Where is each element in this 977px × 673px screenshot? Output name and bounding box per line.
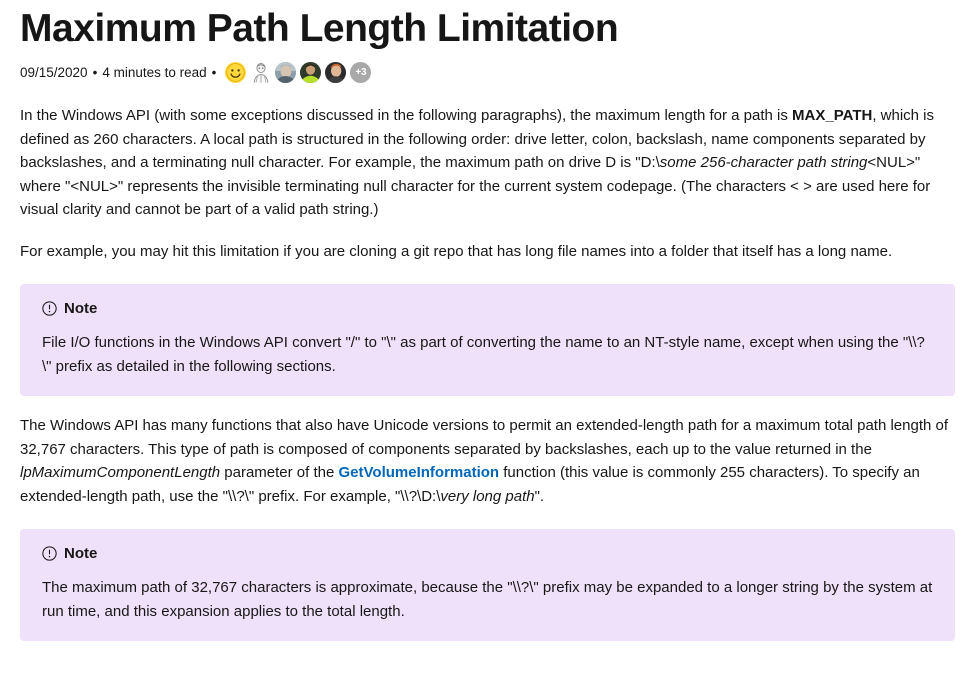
p3-seg-2: parameter of the (220, 464, 339, 481)
max-path-constant: MAX_PATH (792, 107, 873, 124)
contributor-photo-icon (275, 61, 297, 83)
article-page: Maximum Path Length Limitation 09/15/202… (0, 6, 977, 641)
photo-avatar-1[interactable] (275, 61, 297, 83)
publish-date: 09/15/2020 (20, 64, 88, 80)
page-title: Maximum Path Length Limitation (20, 7, 619, 50)
article-metadata: 09/15/2020 • 4 minutes to read • +3 (20, 61, 957, 83)
info-circle-icon (42, 301, 57, 316)
p3-italic-very-long-path: very long path (440, 487, 535, 505)
note-1-header: Note (42, 300, 933, 317)
p1-seg-0: In the Windows API (with some exceptions… (20, 107, 793, 124)
paragraph-1: In the Windows API (with some exceptions… (20, 104, 957, 222)
photo-avatar-3[interactable] (325, 61, 347, 83)
contributor-photo-icon (300, 61, 322, 83)
read-time: 4 minutes to read (102, 64, 207, 80)
note-1-label: Note (64, 300, 98, 317)
avatar-overflow-count[interactable]: +3 (350, 61, 372, 83)
note-1-body: File I/O functions in the Windows API co… (42, 334, 925, 375)
meta-separator-1: • (92, 64, 98, 80)
paragraph-2: For example, you may hit this limitation… (20, 240, 957, 264)
note-box-2: Note The maximum path of 32,767 characte… (20, 529, 955, 641)
smiley-emoji-avatar[interactable] (225, 61, 247, 83)
note-2-header: Note (42, 545, 933, 562)
get-volume-information-link[interactable]: GetVolumeInformation (339, 464, 500, 481)
p3-seg-0: The Windows API has many functions that … (20, 417, 949, 458)
person-sketch-icon (250, 61, 271, 83)
note-2-label: Note (64, 545, 98, 562)
p2-seg-0: For example, you may hit this limitation… (20, 242, 893, 260)
contributor-avatars[interactable]: +3 (225, 61, 372, 83)
meta-separator-2: • (211, 64, 217, 80)
smiley-face-icon (226, 62, 246, 82)
photo-avatar-2[interactable] (300, 61, 322, 83)
contributor-photo-icon (325, 61, 347, 83)
p3-seg-6: ". (534, 487, 545, 505)
note-2-body: The maximum path of 32,767 characters is… (42, 579, 933, 620)
note-box-1: Note File I/O functions in the Windows A… (20, 284, 955, 396)
info-circle-icon (42, 546, 57, 561)
sketch-avatar[interactable] (250, 61, 272, 83)
paragraph-3: The Windows API has many functions that … (20, 414, 957, 508)
lp-maximum-component-length-param: lpMaximumComponentLength (20, 464, 221, 481)
p1-italic-path-sample: some 256-character path string (659, 154, 868, 171)
